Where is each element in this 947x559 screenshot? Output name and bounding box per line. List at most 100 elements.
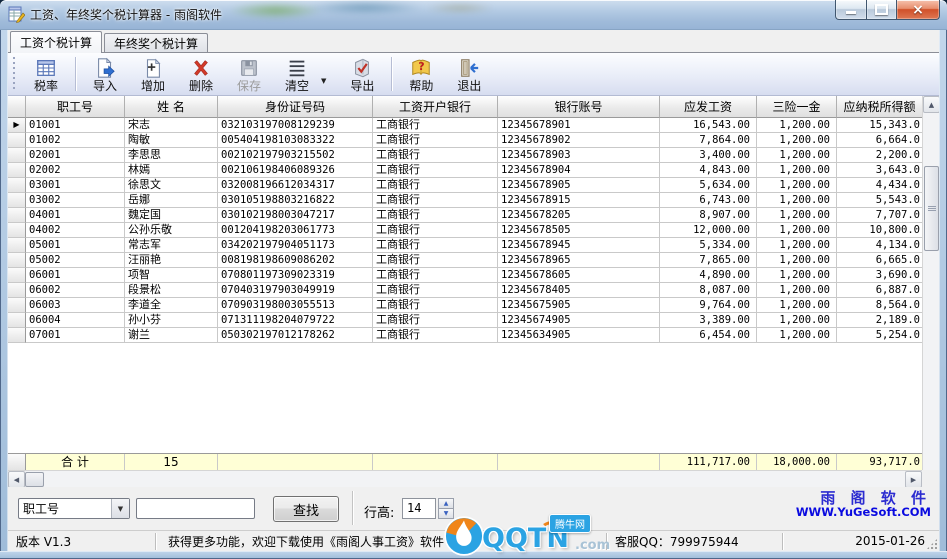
search-input[interactable] — [136, 498, 255, 519]
cell-id[interactable]: 06003 — [26, 298, 125, 313]
cell-insurance[interactable]: 1,200.00 — [757, 118, 837, 133]
cell-taxable[interactable]: 15,343.0 — [837, 118, 922, 133]
row-height-value[interactable]: 14 — [402, 498, 436, 519]
cell-name[interactable]: 宋志 — [125, 118, 218, 133]
cell-gross[interactable]: 9,764.00 — [660, 298, 757, 313]
cell-id[interactable]: 07001 — [26, 328, 125, 343]
delete-button[interactable]: 删除 — [177, 55, 225, 94]
cell-taxable[interactable]: 6,665.0 — [837, 253, 922, 268]
cell-gross[interactable]: 12,000.00 — [660, 223, 757, 238]
cell-taxable[interactable]: 4,134.0 — [837, 238, 922, 253]
cell-name[interactable]: 岳娜 — [125, 193, 218, 208]
cell-idcard[interactable]: 070903198003055513 — [218, 298, 373, 313]
table-row[interactable]: 03001徐思文032008196612034317工商银行1234567890… — [8, 178, 939, 193]
row-selector[interactable]: ▶ — [8, 118, 26, 133]
cell-id[interactable]: 06002 — [26, 283, 125, 298]
cell-taxable[interactable]: 3,643.0 — [837, 163, 922, 178]
cell-taxable[interactable]: 4,434.0 — [837, 178, 922, 193]
cell-gross[interactable]: 4,890.00 — [660, 268, 757, 283]
table-row[interactable]: 04001魏定国030102198003047217工商银行1234567820… — [8, 208, 939, 223]
cell-name[interactable]: 孙小芬 — [125, 313, 218, 328]
cell-taxable[interactable]: 10,800.0 — [837, 223, 922, 238]
find-button[interactable]: 查找 — [273, 496, 339, 522]
cell-insurance[interactable]: 1,200.00 — [757, 238, 837, 253]
cell-account[interactable]: 12345678901 — [498, 118, 660, 133]
cell-id[interactable]: 02002 — [26, 163, 125, 178]
cell-id[interactable]: 06004 — [26, 313, 125, 328]
table-row[interactable]: 06004孙小芬071311198204079722工商银行1234567490… — [8, 313, 939, 328]
clear-button[interactable]: 清空 — [273, 55, 321, 94]
cell-account[interactable]: 12345678915 — [498, 193, 660, 208]
cell-id[interactable]: 01002 — [26, 133, 125, 148]
horizontal-scroll-thumb[interactable] — [25, 472, 44, 487]
tax-rate-button[interactable]: 税率 — [22, 55, 70, 94]
cell-insurance[interactable]: 1,200.00 — [757, 298, 837, 313]
cell-bank[interactable]: 工商银行 — [373, 133, 498, 148]
header-name[interactable]: 姓 名 — [125, 96, 218, 118]
cell-account[interactable]: 12345634905 — [498, 328, 660, 343]
row-selector[interactable] — [8, 313, 26, 328]
cell-id[interactable]: 03001 — [26, 178, 125, 193]
maximize-button[interactable] — [867, 0, 897, 20]
cell-account[interactable]: 12345678904 — [498, 163, 660, 178]
row-selector[interactable] — [8, 253, 26, 268]
cell-name[interactable]: 陶敏 — [125, 133, 218, 148]
cell-gross[interactable]: 7,865.00 — [660, 253, 757, 268]
cell-account[interactable]: 12345678605 — [498, 268, 660, 283]
table-row[interactable]: 06002段景松070403197903049919工商银行1234567840… — [8, 283, 939, 298]
close-button[interactable]: × — [897, 0, 940, 20]
cell-account[interactable]: 12345678405 — [498, 283, 660, 298]
table-row[interactable]: 02002林嫣002106198406089326工商银行12345678904… — [8, 163, 939, 178]
cell-name[interactable]: 李道全 — [125, 298, 218, 313]
cell-taxable[interactable]: 2,189.0 — [837, 313, 922, 328]
table-row[interactable]: 01002陶敏005404198103083322工商银行12345678902… — [8, 133, 939, 148]
cell-idcard[interactable]: 070801197309023319 — [218, 268, 373, 283]
row-selector[interactable] — [8, 268, 26, 283]
row-selector[interactable] — [8, 283, 26, 298]
table-row[interactable]: 05001常志军034202197904051173工商银行1234567894… — [8, 238, 939, 253]
cell-idcard[interactable]: 050302197012178262 — [218, 328, 373, 343]
cell-account[interactable]: 12345678945 — [498, 238, 660, 253]
row-selector[interactable] — [8, 238, 26, 253]
add-button[interactable]: 增加 — [129, 55, 177, 94]
cell-insurance[interactable]: 1,200.00 — [757, 148, 837, 163]
table-row[interactable]: 02001李思思002102197903215502工商银行1234567890… — [8, 148, 939, 163]
cell-account[interactable]: 12345674905 — [498, 313, 660, 328]
row-selector[interactable] — [8, 148, 26, 163]
cell-id[interactable]: 01001 — [26, 118, 125, 133]
cell-idcard[interactable]: 030105198803216822 — [218, 193, 373, 208]
cell-account[interactable]: 12345678902 — [498, 133, 660, 148]
cell-insurance[interactable]: 1,200.00 — [757, 268, 837, 283]
cell-gross[interactable]: 4,843.00 — [660, 163, 757, 178]
cell-insurance[interactable]: 1,200.00 — [757, 133, 837, 148]
cell-bank[interactable]: 工商银行 — [373, 268, 498, 283]
cell-gross[interactable]: 8,907.00 — [660, 208, 757, 223]
header-account[interactable]: 银行账号 — [498, 96, 660, 118]
cell-idcard[interactable]: 030102198003047217 — [218, 208, 373, 223]
table-row[interactable]: 04002公孙乐敬001204198203061773工商银行123456785… — [8, 223, 939, 238]
cell-name[interactable]: 李思思 — [125, 148, 218, 163]
chevron-down-icon[interactable]: ▼ — [111, 499, 129, 518]
cell-bank[interactable]: 工商银行 — [373, 328, 498, 343]
row-selector[interactable] — [8, 328, 26, 343]
header-employee-id[interactable]: 职工号 — [26, 96, 125, 118]
cell-idcard[interactable]: 008198198609086202 — [218, 253, 373, 268]
cell-idcard[interactable]: 034202197904051173 — [218, 238, 373, 253]
cell-bank[interactable]: 工商银行 — [373, 178, 498, 193]
cell-account[interactable]: 12345678965 — [498, 253, 660, 268]
cell-bank[interactable]: 工商银行 — [373, 193, 498, 208]
cell-insurance[interactable]: 1,200.00 — [757, 193, 837, 208]
cell-idcard[interactable]: 002106198406089326 — [218, 163, 373, 178]
scroll-left-icon[interactable]: ◀ — [8, 471, 25, 488]
cell-bank[interactable]: 工商银行 — [373, 148, 498, 163]
cell-insurance[interactable]: 1,200.00 — [757, 208, 837, 223]
cell-id[interactable]: 02001 — [26, 148, 125, 163]
scroll-right-icon[interactable]: ▶ — [905, 471, 922, 488]
row-selector[interactable] — [8, 193, 26, 208]
cell-bank[interactable]: 工商银行 — [373, 208, 498, 223]
cell-insurance[interactable]: 1,200.00 — [757, 328, 837, 343]
cell-gross[interactable]: 3,400.00 — [660, 148, 757, 163]
cell-taxable[interactable]: 5,543.0 — [837, 193, 922, 208]
cell-idcard[interactable]: 032103197008129239 — [218, 118, 373, 133]
header-taxable-income[interactable]: 应纳税所得额 — [837, 96, 922, 118]
